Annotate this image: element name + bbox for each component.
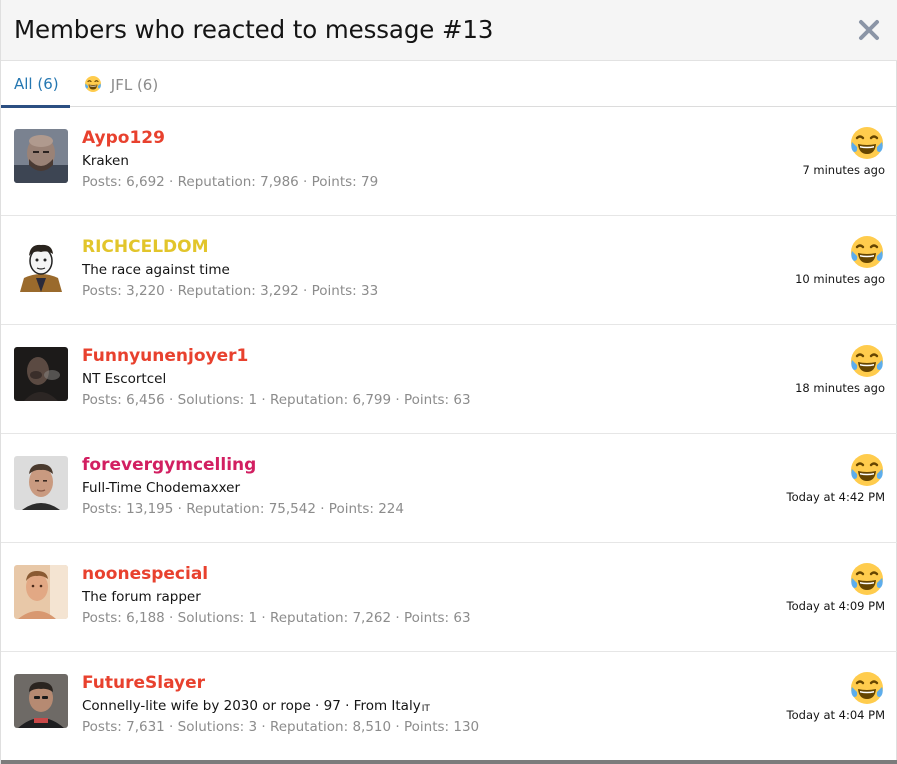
avatar-dark-smoker-icon xyxy=(14,347,68,401)
dialog-title: Members who reacted to message #13 xyxy=(14,15,494,44)
member-row: forevergymcelling Full-Time Chodemaxxer … xyxy=(1,434,897,543)
reaction-time: 10 minutes ago xyxy=(795,272,885,286)
member-username[interactable]: noonespecial xyxy=(82,564,208,584)
tab-jfl-label: JFL (6) xyxy=(110,76,159,94)
reaction-emoji[interactable] xyxy=(849,452,885,488)
member-avatar[interactable] xyxy=(14,674,68,728)
avatar-man-portrait-icon xyxy=(14,456,68,510)
member-title: Connelly-lite wife by 2030 or rope · 97 … xyxy=(82,698,430,714)
joy-cry-emoji-icon xyxy=(851,672,883,704)
avatar-bald-man-icon xyxy=(14,129,68,183)
reaction-time: Today at 4:09 PM xyxy=(786,599,885,613)
tab-bar: All (6) JFL (6) xyxy=(1,61,897,108)
member-title: Full-Time Chodemaxxer xyxy=(82,480,241,496)
joy-cry-emoji-icon xyxy=(851,127,883,159)
member-title: The race against time xyxy=(82,262,230,278)
close-icon xyxy=(859,20,879,40)
close-button[interactable] xyxy=(856,17,882,43)
reactions-dialog: Members who reacted to message #13 All (… xyxy=(0,0,897,764)
tab-all[interactable]: All (6) xyxy=(1,61,70,108)
reaction-emoji[interactable] xyxy=(849,343,885,379)
italy-flag-icon: IT xyxy=(421,704,430,714)
member-username[interactable]: RICHCELDOM xyxy=(82,237,209,257)
reaction-emoji[interactable] xyxy=(849,670,885,706)
joy-cry-emoji-icon xyxy=(851,345,883,377)
tab-all-label: All (6) xyxy=(14,75,59,93)
member-avatar[interactable] xyxy=(14,456,68,510)
reaction-emoji[interactable] xyxy=(849,561,885,597)
joy-cry-emoji-icon xyxy=(851,563,883,595)
reaction-time: 18 minutes ago xyxy=(795,381,885,395)
joy-cry-emoji-icon xyxy=(851,454,883,486)
member-stats: Posts: 3,220 · Reputation: 3,292 · Point… xyxy=(82,283,379,299)
member-username[interactable]: FutureSlayer xyxy=(82,673,205,693)
reaction-emoji[interactable] xyxy=(849,125,885,161)
member-title: The forum rapper xyxy=(82,589,201,605)
member-stats: Posts: 7,631 · Solutions: 3 · Reputation… xyxy=(82,719,480,735)
member-stats: Posts: 6,188 · Solutions: 1 · Reputation… xyxy=(82,610,471,626)
member-stats: Posts: 13,195 · Reputation: 75,542 · Poi… xyxy=(82,501,404,517)
member-username[interactable]: Funnyunenjoyer1 xyxy=(82,346,248,366)
joy-cry-emoji-icon xyxy=(851,236,883,268)
reaction-time: 7 minutes ago xyxy=(802,163,885,177)
member-row: Aypo129 Kraken Posts: 6,692 · Reputation… xyxy=(1,107,897,216)
member-avatar[interactable] xyxy=(14,238,68,292)
avatar-warm-portrait-icon xyxy=(14,565,68,619)
member-row: noonespecial The forum rapper Posts: 6,1… xyxy=(1,543,897,652)
tab-jfl[interactable]: JFL (6) xyxy=(84,61,158,107)
member-title: Kraken xyxy=(82,153,129,169)
member-row: Funnyunenjoyer1 NT Escortcel Posts: 6,45… xyxy=(1,325,897,434)
member-avatar[interactable] xyxy=(14,347,68,401)
member-stats: Posts: 6,456 · Solutions: 1 · Reputation… xyxy=(82,392,471,408)
dialog-header: Members who reacted to message #13 xyxy=(1,0,897,61)
member-title: NT Escortcel xyxy=(82,371,167,387)
member-avatar[interactable] xyxy=(14,129,68,183)
member-username[interactable]: Aypo129 xyxy=(82,128,165,148)
member-row: FutureSlayer Connelly-lite wife by 2030 … xyxy=(1,652,897,761)
member-row: RICHCELDOM The race against time Posts: … xyxy=(1,216,897,325)
member-title-text: Connelly-lite wife by 2030 or rope · 97 … xyxy=(82,698,421,714)
avatar-cartoon-wojak-icon xyxy=(14,238,68,292)
reaction-time: Today at 4:04 PM xyxy=(786,708,885,722)
joy-cry-emoji-icon xyxy=(84,75,102,97)
dialog-bottom-edge xyxy=(1,760,897,764)
member-avatar[interactable] xyxy=(14,565,68,619)
member-username[interactable]: forevergymcelling xyxy=(82,455,256,475)
member-stats: Posts: 6,692 · Reputation: 7,986 · Point… xyxy=(82,174,379,190)
avatar-hooded-man-icon xyxy=(14,674,68,728)
reaction-emoji[interactable] xyxy=(849,234,885,270)
reaction-time: Today at 4:42 PM xyxy=(786,490,885,504)
